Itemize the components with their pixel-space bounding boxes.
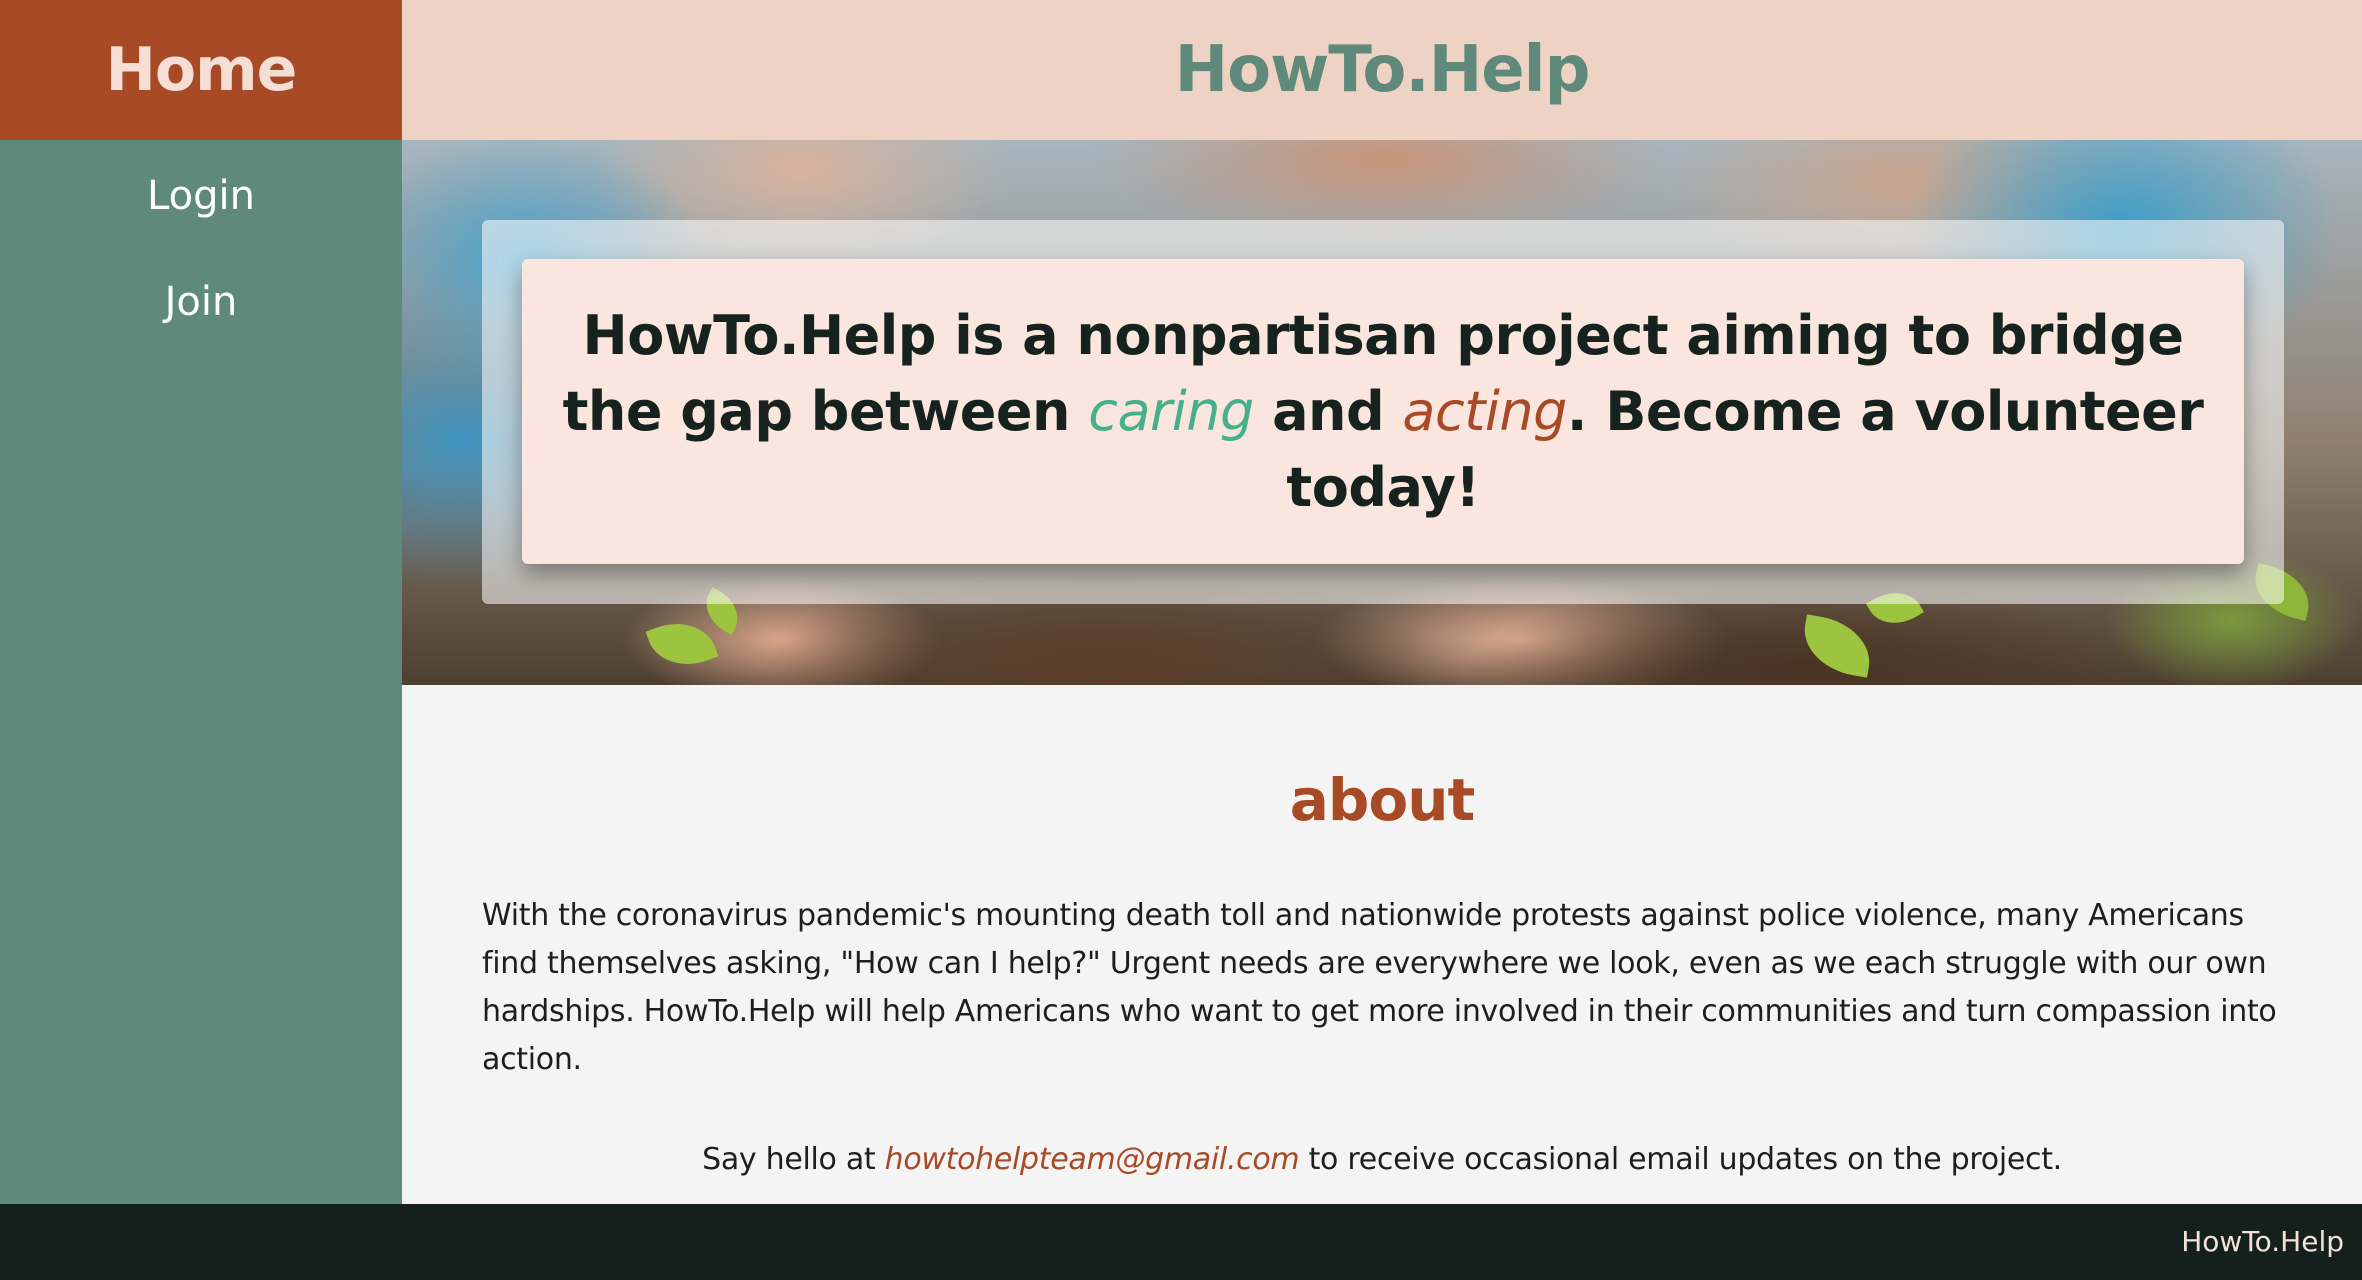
email-link[interactable]: howtohelpteam@gmail.com [885,1142,1300,1177]
hero-tagline: HowTo.Help is a nonpartisan project aimi… [562,298,2204,526]
site-title: HowTo.Help [1174,33,1591,107]
sidebar-item-join[interactable]: Join [0,279,402,325]
hero-card: HowTo.Help is a nonpartisan project aimi… [522,259,2244,564]
hero-emphasis-acting: acting [1402,379,1567,443]
hero-banner: HowTo.Help is a nonpartisan project aimi… [402,140,2362,685]
about-section: about With the coronavirus pandemic's mo… [402,685,2362,1204]
about-paragraph: With the coronavirus pandemic's mounting… [482,898,2277,1077]
seedling-leaf-icon [645,611,719,677]
contact-text-end: to receive occasional email updates on t… [1299,1142,2063,1177]
hero-text-middle: and [1253,379,1403,443]
sidebar-item-login[interactable]: Login [0,173,402,219]
top-header: HowTo.Help [402,0,2362,140]
footer-brand: HowTo.Help [2181,1225,2344,1258]
about-heading: about [1289,766,1476,834]
page-footer: HowTo.Help [0,1204,2362,1280]
hero-emphasis-caring: caring [1088,379,1254,443]
sidebar: Home Login Join [0,0,402,1204]
contact-text-start: Say hello at [702,1142,885,1177]
contact-line: Say hello at howtohelpteam@gmail.com to … [402,1136,2362,1184]
seedling-leaf-icon [1798,614,1876,678]
sidebar-home-link[interactable]: Home [0,0,402,140]
